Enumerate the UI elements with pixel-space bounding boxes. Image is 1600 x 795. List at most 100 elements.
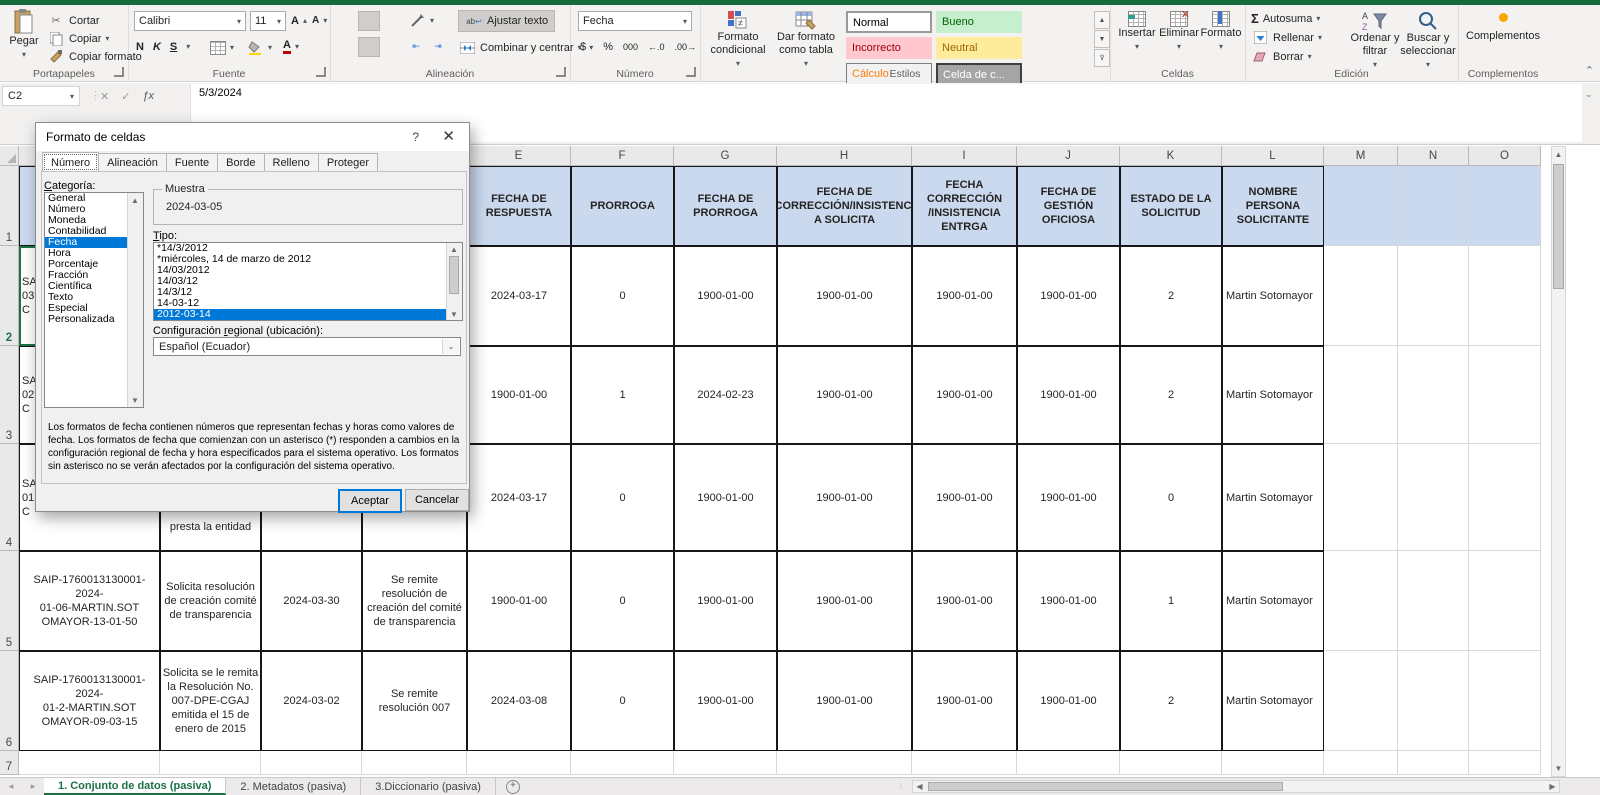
new-sheet-button[interactable]: +	[496, 778, 530, 795]
cell-O3[interactable]	[1469, 346, 1541, 444]
cell-M5[interactable]	[1324, 551, 1398, 651]
increase-decimal-button[interactable]: ←.0	[648, 42, 665, 52]
cell-I3[interactable]: 1900-01-00	[912, 346, 1017, 444]
cell-K5[interactable]: 1	[1120, 551, 1222, 651]
italic-button[interactable]: K	[153, 41, 161, 53]
row-header-6[interactable]: 6	[0, 651, 19, 751]
cell-G3[interactable]: 2024-02-23	[674, 346, 777, 444]
sheet-tab[interactable]: 2. Metadatos (pasiva)	[226, 778, 361, 795]
vertical-scrollbar[interactable]: ▲ ▼	[1551, 146, 1566, 777]
vertical-scroll-thumb[interactable]	[1553, 164, 1564, 289]
number-format-combo[interactable]: Fecha▾	[578, 11, 692, 31]
type-item[interactable]: 14/03/12	[154, 276, 462, 287]
cell-F1[interactable]: PRORROGA	[571, 166, 674, 246]
align-left-button[interactable]	[336, 37, 356, 55]
cell-M1[interactable]	[1324, 166, 1398, 246]
cell-M4[interactable]	[1324, 444, 1398, 551]
category-listbox[interactable]: GeneralNúmeroMonedaContabilidadFechaHora…	[44, 192, 144, 408]
align-bottom-button[interactable]	[380, 11, 400, 29]
insert-function-icon[interactable]: ƒx	[142, 90, 154, 102]
sheet-tab[interactable]: 3.Diccionario (pasiva)	[361, 778, 496, 795]
fill-button[interactable]: Rellenar▾	[1251, 29, 1322, 46]
cell-C6[interactable]: 2024-03-02	[261, 651, 362, 751]
cell-style-bueno[interactable]: Bueno	[936, 11, 1022, 33]
cell-E4[interactable]: 2024-03-17	[467, 444, 571, 551]
dialog-tab-borde[interactable]: Borde	[218, 153, 264, 173]
type-listbox[interactable]: *14/3/2012*miércoles, 14 de marzo de 201…	[153, 242, 463, 321]
cell-A6[interactable]: SAIP-1760013130001-2024- 01-2-MARTIN.SOT…	[19, 651, 160, 751]
column-header-H[interactable]: H	[777, 146, 912, 166]
type-item[interactable]: 14/3/12	[154, 287, 462, 298]
cell-J1[interactable]: FECHA DE GESTIÓN OFICIOSA	[1017, 166, 1120, 246]
column-header-K[interactable]: K	[1120, 146, 1222, 166]
clipboard-dialog-launcher[interactable]	[114, 67, 124, 77]
underline-dropdown-icon[interactable]: ▾	[186, 42, 190, 51]
dialog-tab-alineación[interactable]: Alineación	[99, 153, 167, 173]
type-item[interactable]: 14/03/2012	[154, 265, 462, 276]
cell-L2[interactable]: Martin Sotomayor	[1222, 246, 1324, 346]
cell-K2[interactable]: 2	[1120, 246, 1222, 346]
cell-N5[interactable]	[1398, 551, 1469, 651]
cell-J2[interactable]: 1900-01-00	[1017, 246, 1120, 346]
cell-I1[interactable]: FECHA CORRECCIÓN /INSISTENCIA ENTRGA	[912, 166, 1017, 246]
tab-splitter-handle[interactable]: ⁞	[900, 782, 903, 791]
cell-I5[interactable]: 1900-01-00	[912, 551, 1017, 651]
cell-J4[interactable]: 1900-01-00	[1017, 444, 1120, 551]
cell-H6[interactable]: 1900-01-00	[777, 651, 912, 751]
row-header-1[interactable]: 1	[0, 166, 19, 246]
cell-H4[interactable]: 1900-01-00	[777, 444, 912, 551]
copy-dropdown-icon[interactable]: ▾	[105, 34, 109, 43]
column-header-N[interactable]: N	[1398, 146, 1469, 166]
name-box[interactable]: C2 ▾	[2, 86, 80, 106]
row-header-4[interactable]: 4	[0, 444, 19, 551]
column-header-M[interactable]: M	[1324, 146, 1398, 166]
font-dialog-launcher[interactable]	[316, 67, 326, 77]
dialog-close-icon[interactable]: ✕	[442, 127, 455, 145]
cell-F2[interactable]: 0	[571, 246, 674, 346]
sheet-nav-prev-icon[interactable]: ◂	[0, 778, 22, 795]
alignment-dialog-launcher[interactable]	[556, 67, 566, 77]
cell-L5[interactable]: Martin Sotomayor	[1222, 551, 1324, 651]
cell-E1[interactable]: FECHA DE RESPUESTA	[467, 166, 571, 246]
cell-M2[interactable]	[1324, 246, 1398, 346]
cell-O4[interactable]	[1469, 444, 1541, 551]
cell-H1[interactable]: FECHA DE CORRECCIÓN/INSISTENCI A SOLICIT…	[777, 166, 912, 246]
paste-dropdown-icon[interactable]: ▾	[22, 48, 26, 61]
decrease-decimal-button[interactable]: .00→	[675, 42, 697, 52]
cell-F3[interactable]: 1	[571, 346, 674, 444]
cell-C5[interactable]: 2024-03-30	[261, 551, 362, 651]
orientation-button[interactable]: ▾	[408, 12, 434, 29]
find-select-button[interactable]: Buscar y seleccionar ▾	[1401, 10, 1455, 68]
cell-I4[interactable]: 1900-01-00	[912, 444, 1017, 551]
cell-E5[interactable]: 1900-01-00	[467, 551, 571, 651]
gallery-more-icon[interactable]: ⊽	[1094, 49, 1110, 67]
cell-I6[interactable]: 1900-01-00	[912, 651, 1017, 751]
cell-E7[interactable]	[467, 751, 571, 775]
cell-O5[interactable]	[1469, 551, 1541, 651]
cell-C7[interactable]	[261, 751, 362, 775]
sort-filter-button[interactable]: AZ Ordenar y filtrar ▾	[1349, 10, 1401, 68]
cell-N6[interactable]	[1398, 651, 1469, 751]
cell-E3[interactable]: 1900-01-00	[467, 346, 571, 444]
cell-L1[interactable]: NOMBRE PERSONA SOLICITANTE	[1222, 166, 1324, 246]
comma-format-button[interactable]: 000	[623, 42, 638, 52]
font-family-combo[interactable]: Calibri▾	[134, 11, 246, 31]
cell-J3[interactable]: 1900-01-00	[1017, 346, 1120, 444]
locale-dropdown[interactable]: Español (Ecuador) ⌄	[153, 337, 461, 356]
cell-I7[interactable]	[912, 751, 1017, 775]
borders-button[interactable]: ▾	[210, 39, 234, 56]
copy-button[interactable]: Copiar ▾	[47, 30, 109, 47]
cell-B5[interactable]: Solicita resolución de creación comité d…	[160, 551, 261, 651]
cell-N7[interactable]	[1398, 751, 1469, 775]
dialog-tab-proteger[interactable]: Proteger	[319, 153, 378, 173]
cell-J6[interactable]: 1900-01-00	[1017, 651, 1120, 751]
scroll-up-icon[interactable]: ▲	[1552, 147, 1565, 162]
cell-G7[interactable]	[674, 751, 777, 775]
paste-button[interactable]: Pegar ▾	[4, 9, 44, 65]
cell-H5[interactable]: 1900-01-00	[777, 551, 912, 651]
row-header-5[interactable]: 5	[0, 551, 19, 651]
row-header-2[interactable]: 2	[0, 246, 19, 346]
cell-style-normal[interactable]: Normal	[846, 11, 932, 33]
row-header-3[interactable]: 3	[0, 346, 19, 444]
autosum-button[interactable]: Σ Autosuma▾	[1251, 10, 1320, 27]
